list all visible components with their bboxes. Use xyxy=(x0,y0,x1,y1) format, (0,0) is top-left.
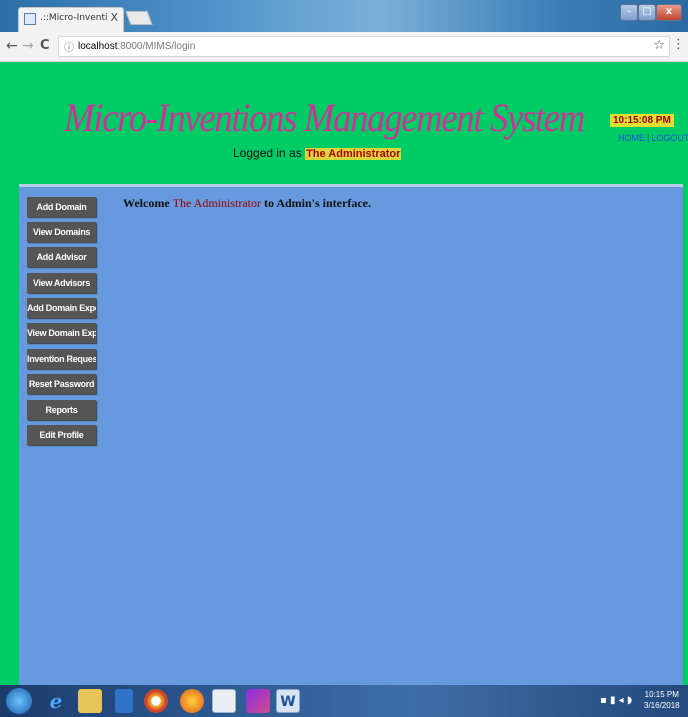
reload-icon[interactable]: C xyxy=(40,38,50,53)
logged-in-status: Logged in as The Administrator xyxy=(233,146,402,160)
window-app-icon[interactable] xyxy=(212,689,236,713)
welcome-suffix: to Admin's interface. xyxy=(263,196,371,210)
start-button-icon[interactable] xyxy=(6,688,32,714)
site-info-icon[interactable]: ⓘ xyxy=(64,39,74,54)
tab-close-icon[interactable]: X xyxy=(110,11,118,24)
invention-requests-button[interactable]: Invention Requests xyxy=(27,349,96,369)
header-links: HOME | LOGOUT xyxy=(618,133,688,143)
media-app-icon[interactable] xyxy=(246,689,270,713)
link-separator: | xyxy=(647,133,650,143)
header-clock: 10:15:08 PM xyxy=(610,114,674,127)
taskbar-date: 3/16/2018 xyxy=(644,701,680,710)
main-panel: Add Domain View Domains Add Advisor View… xyxy=(19,184,683,688)
add-domain-expert-button[interactable]: Add Domain Expert xyxy=(27,298,96,318)
tab-title: .::Micro-Inventions Manage xyxy=(40,13,108,23)
back-arrow-icon[interactable]: ← xyxy=(6,38,18,54)
add-advisor-button[interactable]: Add Advisor xyxy=(27,247,96,267)
reports-button[interactable]: Reports xyxy=(27,400,96,420)
document-app-icon[interactable] xyxy=(115,689,133,713)
file-explorer-icon[interactable] xyxy=(78,689,102,713)
firefox-icon[interactable] xyxy=(180,689,204,713)
os-taskbar: e W ▪ ▮ ◂ ◗ 10:15 PM 3/16/2018 xyxy=(0,685,688,717)
reset-password-button[interactable]: Reset Password xyxy=(27,374,96,394)
view-domain-experts-button[interactable]: View Domain Experts xyxy=(27,323,96,343)
page-body: Micro-Inventions Management System Logge… xyxy=(0,62,688,688)
view-domains-button[interactable]: View Domains xyxy=(27,222,96,242)
url-host: localhost xyxy=(78,41,118,52)
minimize-icon[interactable]: – xyxy=(620,4,638,21)
taskbar-clock[interactable]: 10:15 PM 3/16/2018 xyxy=(644,689,680,711)
chrome-icon[interactable] xyxy=(144,689,168,713)
add-domain-button[interactable]: Add Domain xyxy=(27,197,96,217)
view-advisors-button[interactable]: View Advisors xyxy=(27,273,96,293)
welcome-user: The Administrator xyxy=(172,196,261,210)
url-text: localhost:8000/MIMS/login xyxy=(78,41,195,52)
forward-arrow-icon[interactable]: → xyxy=(22,38,34,54)
welcome-prefix: Welcome xyxy=(123,196,170,210)
logout-link[interactable]: LOGOUT xyxy=(651,133,688,143)
internet-explorer-icon[interactable]: e xyxy=(44,689,68,713)
logged-in-user: The Administrator xyxy=(305,148,402,160)
url-path: :8000/MIMS/login xyxy=(117,41,196,52)
edit-profile-button[interactable]: Edit Profile xyxy=(27,425,96,445)
browser-titlebar: .::Micro-Inventions Manage X – □ x xyxy=(0,0,688,32)
page-title: Micro-Inventions Management System xyxy=(64,95,585,140)
new-tab-button[interactable] xyxy=(125,11,153,25)
browser-toolbar: ← → C ⓘ localhost:8000/MIMS/login ☆ ⋮ xyxy=(0,32,688,62)
browser-tab[interactable]: .::Micro-Inventions Manage X xyxy=(18,7,124,32)
logged-in-label: Logged in as xyxy=(233,146,302,160)
address-bar[interactable]: ⓘ localhost:8000/MIMS/login ☆ xyxy=(58,36,670,57)
welcome-message: Welcome The Administrator to Admin's int… xyxy=(123,196,371,211)
taskbar-time: 10:15 PM xyxy=(644,690,679,699)
page-favicon-icon xyxy=(24,13,36,25)
window-close-icon[interactable]: x xyxy=(656,4,682,21)
home-link[interactable]: HOME xyxy=(618,133,645,143)
system-tray-icons[interactable]: ▪ ▮ ◂ ◗ xyxy=(600,695,632,706)
word-app-icon[interactable]: W xyxy=(276,689,300,713)
browser-menu-icon[interactable]: ⋮ xyxy=(672,37,685,52)
maximize-icon[interactable]: □ xyxy=(638,4,656,21)
bookmark-star-icon[interactable]: ☆ xyxy=(653,38,665,53)
